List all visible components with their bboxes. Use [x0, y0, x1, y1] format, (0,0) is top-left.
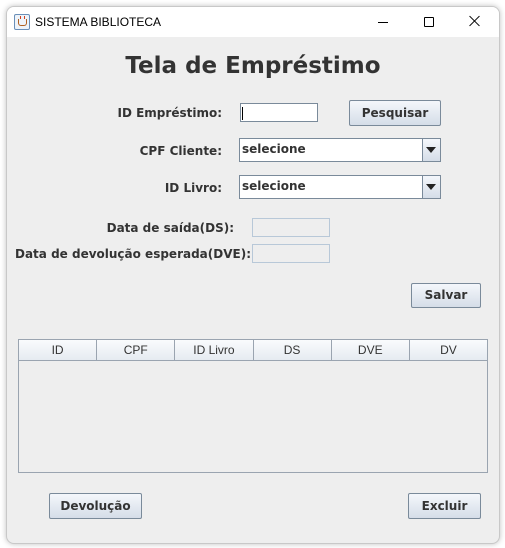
pesquisar-button[interactable]: Pesquisar: [349, 100, 441, 126]
page-title: Tela de Empréstimo: [125, 53, 381, 79]
minimize-button[interactable]: [360, 7, 406, 37]
minimize-icon: [378, 22, 388, 23]
table-column-header[interactable]: ID: [19, 340, 98, 360]
salvar-button[interactable]: Salvar: [411, 283, 481, 308]
maximize-icon: [424, 17, 434, 27]
window-title: SISTEMA BIBLIOTECA: [35, 15, 162, 29]
close-icon: [469, 15, 481, 27]
text-caret: [242, 107, 243, 120]
table-column-header[interactable]: ID Livro: [175, 340, 254, 360]
cpf-cliente-select[interactable]: selecione: [239, 138, 441, 162]
table-column-header[interactable]: DS: [254, 340, 332, 360]
table-column-header[interactable]: CPF: [97, 340, 176, 360]
cpf-cliente-dropdown-button[interactable]: [422, 139, 440, 161]
id-emprestimo-input[interactable]: [240, 103, 318, 122]
close-button[interactable]: [452, 7, 498, 37]
data-devolucao-esperada-field: [252, 244, 330, 263]
id-livro-selected: selecione: [242, 179, 306, 193]
table-header: ID CPF ID Livro DS DVE DV: [19, 340, 487, 361]
maximize-button[interactable]: [406, 7, 452, 37]
id-livro-select[interactable]: selecione: [239, 175, 441, 199]
id-emprestimo-label: ID Empréstimo:: [117, 106, 223, 120]
data-saida-label: Data de saída(DS):: [106, 221, 234, 235]
title-bar[interactable]: SISTEMA BIBLIOTECA: [7, 7, 499, 37]
cpf-cliente-selected: selecione: [242, 142, 306, 156]
emprestimos-table[interactable]: ID CPF ID Livro DS DVE DV: [18, 339, 488, 473]
java-cup-icon: [14, 14, 30, 30]
table-column-header[interactable]: DV: [410, 340, 487, 360]
chevron-down-icon: [426, 184, 436, 190]
cpf-cliente-label: CPF Cliente:: [139, 144, 222, 158]
id-livro-dropdown-button[interactable]: [422, 176, 440, 198]
table-column-header[interactable]: DVE: [332, 340, 410, 360]
id-livro-label: ID Livro:: [164, 181, 222, 195]
data-devolucao-esperada-label: Data de devolução esperada(DVE):: [15, 247, 251, 261]
devolucao-button[interactable]: Devolução: [49, 493, 142, 519]
excluir-button[interactable]: Excluir: [408, 493, 481, 519]
chevron-down-icon: [426, 147, 436, 153]
data-saida-field: [252, 218, 330, 237]
app-window: SISTEMA BIBLIOTECA Tela de Empréstimo ID…: [6, 6, 500, 544]
